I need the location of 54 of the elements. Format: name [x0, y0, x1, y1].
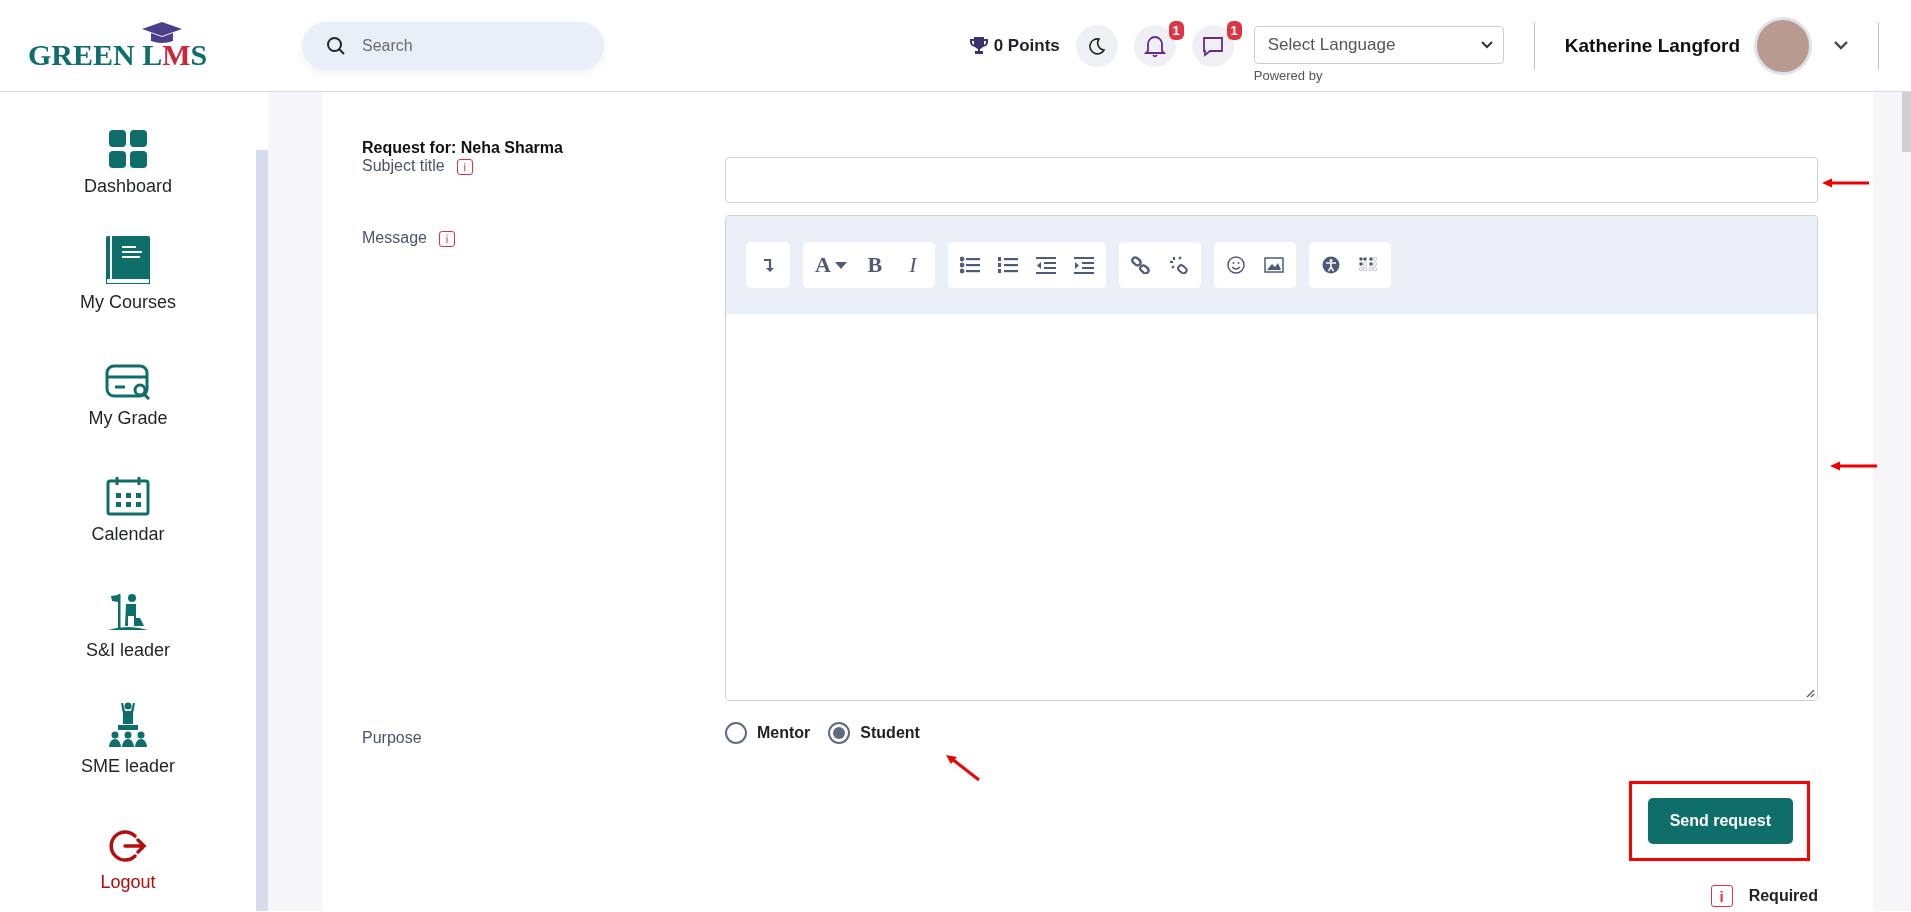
grid-icon	[109, 130, 147, 168]
user-name: Katherine Langford	[1564, 34, 1740, 57]
sidebar-item[interactable]: Dashboard	[83, 176, 173, 197]
sidebar-item[interactable]: Calendar	[91, 524, 165, 545]
info-icon: i	[456, 159, 473, 175]
card-search-icon	[105, 364, 151, 400]
points-label: 0 Points	[993, 35, 1060, 56]
chevron-down-icon	[1480, 41, 1493, 49]
subject-input[interactable]	[725, 157, 1818, 203]
font-button[interactable]: A	[811, 249, 851, 281]
caret-down-icon	[834, 261, 847, 269]
messages-badge: 1	[1226, 20, 1242, 40]
leader-team-icon	[106, 702, 150, 748]
sidebar-item[interactable]: My Courses	[80, 292, 176, 313]
italic-button[interactable]: I	[898, 249, 927, 281]
bold-button[interactable]: B	[860, 249, 889, 281]
resize-grip-icon[interactable]	[1806, 689, 1815, 698]
chat-icon	[1201, 34, 1224, 57]
radio-option[interactable]: Mentor	[725, 722, 811, 744]
field-label: Purpose	[362, 729, 422, 747]
trophy-icon	[969, 37, 988, 54]
field-label: Subject title	[362, 157, 445, 175]
search-input[interactable]: Search	[360, 35, 584, 56]
notification-badge: 1	[1168, 20, 1184, 40]
search-icon	[326, 35, 346, 56]
field-label: Message	[362, 229, 427, 247]
message-editor[interactable]: A B I	[725, 215, 1818, 701]
moon-icon	[1087, 36, 1106, 55]
arrow-annotation	[1830, 461, 1878, 471]
search-field[interactable]: Search	[302, 21, 604, 70]
arrow-annotation	[946, 755, 980, 781]
radio-button[interactable]	[828, 722, 851, 744]
language-select[interactable]: Select Language	[1253, 26, 1504, 64]
bell-icon	[1143, 33, 1166, 58]
book-icon	[106, 236, 150, 284]
scrollbar[interactable]	[1902, 92, 1911, 152]
info-icon: i	[1710, 885, 1733, 907]
sidebar-item[interactable]: My Grade	[88, 408, 168, 429]
scrollbar[interactable]	[256, 150, 268, 911]
calendar-icon	[106, 476, 150, 516]
logo: GREEN LMS	[28, 20, 208, 71]
radio-button[interactable]	[725, 722, 747, 744]
request-for-label: Request for: Neha Sharma	[362, 139, 564, 157]
sidebar-item[interactable]: SME leader	[80, 756, 175, 777]
sidebar-item[interactable]: S&I leader	[85, 640, 171, 661]
send-request-button[interactable]: Send request	[1647, 798, 1793, 844]
powered-by-label: Powered by	[1253, 68, 1324, 83]
arrow-annotation	[1822, 178, 1870, 188]
logout-icon	[109, 828, 147, 864]
sidebar-item[interactable]: Logout	[100, 872, 156, 893]
radio-option[interactable]: Student	[828, 722, 920, 744]
chevron-down-icon[interactable]	[1834, 41, 1848, 50]
info-icon: i	[438, 231, 455, 247]
required-label: Required	[1748, 887, 1818, 905]
